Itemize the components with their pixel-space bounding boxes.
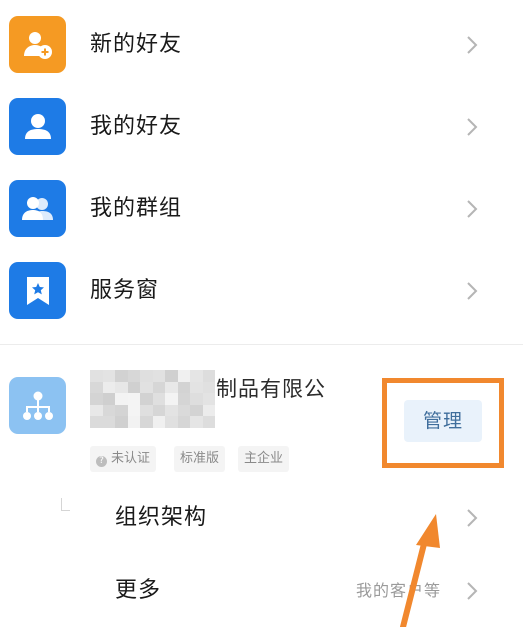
redaction-cell bbox=[165, 393, 178, 406]
tree-connector bbox=[61, 498, 70, 511]
redaction-cell bbox=[177, 416, 191, 428]
redaction-cell bbox=[152, 404, 166, 417]
menu-item-my-friends[interactable]: 我的好友 bbox=[0, 86, 523, 168]
redaction-cell bbox=[127, 393, 141, 406]
redaction-cell bbox=[102, 381, 116, 394]
redaction-cell bbox=[115, 381, 128, 394]
redaction-cell bbox=[165, 370, 178, 383]
redaction-cell bbox=[177, 404, 191, 417]
redaction-cell bbox=[165, 404, 178, 417]
redaction-cell bbox=[115, 393, 128, 406]
redaction-cell bbox=[140, 404, 153, 417]
service-window-icon bbox=[9, 262, 66, 319]
organization-icon bbox=[9, 377, 66, 434]
redaction-cell bbox=[102, 370, 116, 383]
sub-item-label: 组织架构 bbox=[115, 505, 208, 530]
redaction-cell bbox=[190, 404, 203, 417]
redaction-cell bbox=[177, 381, 191, 394]
menu-item-label: 新的好友 bbox=[90, 32, 183, 57]
menu-item-new-friends[interactable]: 新的好友 bbox=[0, 4, 523, 86]
redaction-cell bbox=[102, 404, 116, 417]
redaction-cell bbox=[102, 416, 116, 428]
redaction-cell bbox=[90, 416, 103, 428]
redaction-cell bbox=[90, 370, 103, 383]
company-name-blurred bbox=[90, 370, 215, 428]
redaction-cell bbox=[127, 381, 141, 394]
redaction-cell bbox=[190, 370, 203, 383]
status-badge-unverified: ? 未认证 bbox=[90, 446, 157, 472]
section-divider bbox=[0, 344, 523, 345]
status-badge-edition: 标准版 bbox=[174, 446, 226, 472]
menu-item-label: 我的群组 bbox=[90, 196, 183, 221]
menu-item-service-window[interactable]: 服务窗 bbox=[0, 250, 523, 332]
chevron-right-icon bbox=[461, 34, 483, 56]
highlight-box bbox=[382, 378, 504, 468]
redaction-cell bbox=[165, 416, 178, 428]
redaction-cell bbox=[152, 393, 166, 406]
redaction-cell bbox=[127, 370, 141, 383]
redaction-cell bbox=[115, 370, 128, 383]
company-name-text: 制品有限公 bbox=[216, 377, 326, 401]
info-icon: ? bbox=[96, 456, 107, 467]
redaction-cell bbox=[202, 393, 215, 406]
redaction-cell bbox=[190, 416, 203, 428]
status-badge-main-enterprise: 主企业 bbox=[238, 446, 290, 472]
redaction-cell bbox=[202, 404, 215, 417]
redaction-cell bbox=[140, 370, 153, 383]
menu-item-label: 服务窗 bbox=[90, 278, 160, 303]
redaction-cell bbox=[152, 416, 166, 428]
redaction-cell bbox=[140, 416, 153, 428]
redaction-cell bbox=[177, 370, 191, 383]
redaction-cell bbox=[127, 416, 141, 428]
group-icon bbox=[9, 180, 66, 237]
redaction-cell bbox=[190, 393, 203, 406]
redaction-cell bbox=[140, 393, 153, 406]
add-friend-icon bbox=[9, 16, 66, 73]
redaction-cell bbox=[202, 381, 215, 394]
redaction-cell bbox=[115, 404, 128, 417]
redaction-cell bbox=[202, 370, 215, 383]
more-hint-text: 我的客户等 bbox=[356, 581, 442, 600]
redaction-cell bbox=[177, 393, 191, 406]
redaction-cell bbox=[90, 404, 103, 417]
redaction-cell bbox=[202, 416, 215, 428]
chevron-right-icon bbox=[461, 198, 483, 220]
sub-item-label: 更多 bbox=[115, 578, 162, 603]
chevron-right-icon bbox=[461, 116, 483, 138]
redaction-cell bbox=[90, 381, 103, 394]
redaction-cell bbox=[115, 416, 128, 428]
redaction-cell bbox=[152, 370, 166, 383]
redaction-cell bbox=[102, 393, 116, 406]
redaction-cell bbox=[190, 381, 203, 394]
redaction-cell bbox=[140, 381, 153, 394]
menu-item-my-groups[interactable]: 我的群组 bbox=[0, 168, 523, 250]
menu-item-label: 我的好友 bbox=[90, 114, 183, 139]
redaction-cell bbox=[165, 381, 178, 394]
friend-icon bbox=[9, 98, 66, 155]
redaction-cell bbox=[152, 381, 166, 394]
chevron-right-icon bbox=[461, 507, 483, 529]
redaction-cell bbox=[90, 393, 103, 406]
chevron-right-icon bbox=[461, 580, 483, 602]
chevron-right-icon bbox=[461, 280, 483, 302]
redaction-cell bbox=[127, 404, 141, 417]
